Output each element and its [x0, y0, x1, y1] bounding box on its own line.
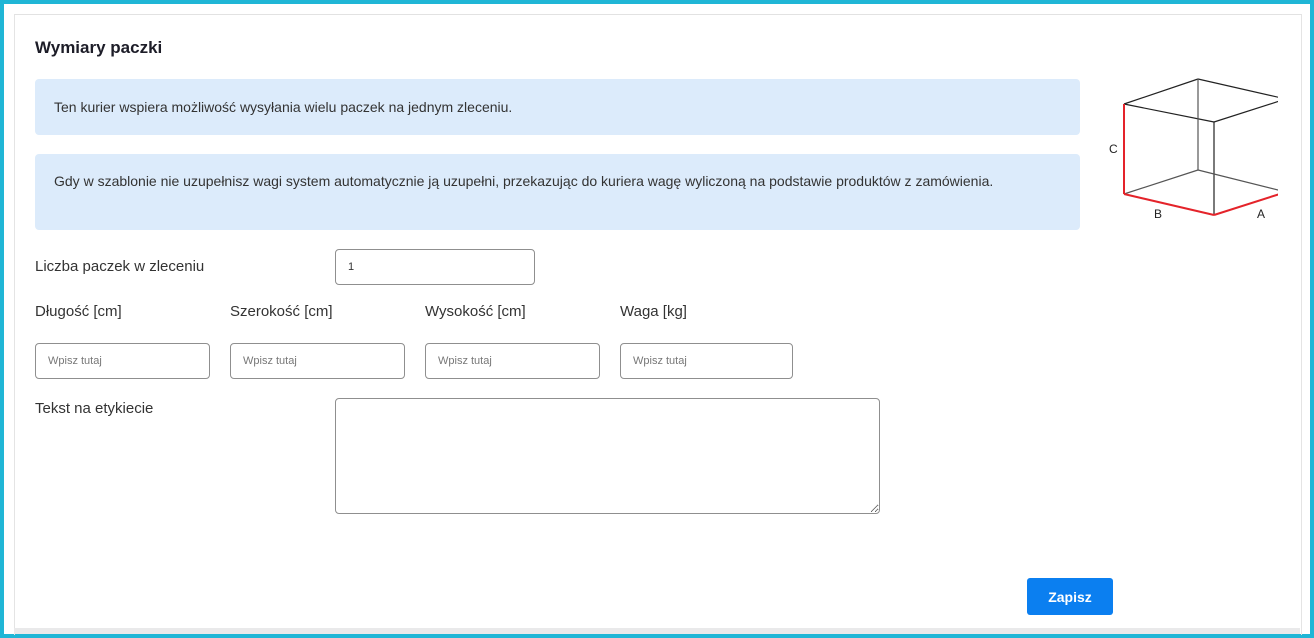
diagram-edge-a	[1213, 193, 1278, 216]
width-label: Szerokość [cm]	[230, 303, 333, 320]
package-count-input[interactable]	[335, 249, 535, 285]
label-text-textarea[interactable]	[335, 398, 880, 514]
weight-input[interactable]	[620, 343, 793, 379]
info-box-multi-package: Ten kurier wspiera możliwość wysyłania w…	[35, 79, 1080, 135]
package-count-label: Liczba paczek w zleceniu	[35, 258, 205, 275]
info-box-weight-note: Gdy w szablonie nie uzupełnisz wagi syst…	[35, 154, 1080, 230]
package-dimensions-diagram: C B A	[1109, 78, 1278, 221]
section-title: Wymiary paczki	[35, 38, 163, 57]
label-text-label: Tekst na etykiecie	[35, 400, 154, 417]
height-input[interactable]	[425, 343, 600, 379]
save-button[interactable]: Zapisz	[1027, 578, 1113, 615]
diagram-label-c: C	[1109, 142, 1118, 156]
diagram-label-a: A	[1257, 207, 1265, 221]
height-label: Wysokość [cm]	[425, 303, 526, 320]
weight-label: Waga [kg]	[620, 303, 687, 320]
width-input[interactable]	[230, 343, 405, 379]
panel-footer-strip	[14, 628, 1300, 634]
length-label: Długość [cm]	[35, 303, 122, 320]
diagram-label-b: B	[1154, 207, 1162, 221]
length-input[interactable]	[35, 343, 210, 379]
diagram-edge-b	[1123, 193, 1215, 216]
